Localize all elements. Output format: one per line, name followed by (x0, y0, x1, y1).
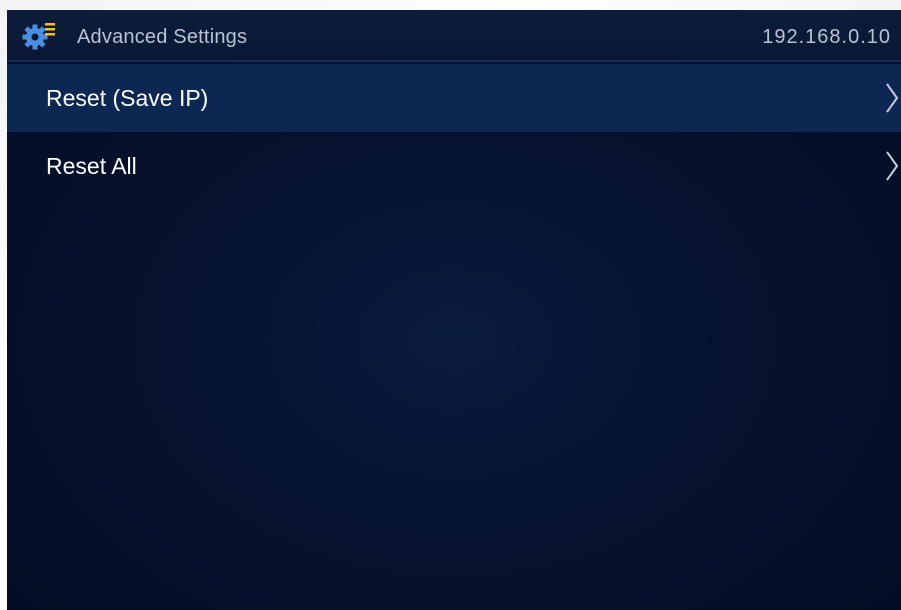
menu-item-label: Reset (Save IP) (46, 85, 209, 111)
page-title: Advanced Settings (77, 26, 248, 48)
chevron-right-icon (885, 82, 899, 114)
menu-item-reset-all[interactable]: Reset All (7, 132, 901, 200)
device-screen: Advanced Settings 192.168.0.10 Reset (Sa… (7, 10, 901, 610)
ip-address-label: 192.168.0.10 (762, 26, 891, 48)
chevron-right-icon (885, 150, 899, 182)
header-bar: Advanced Settings 192.168.0.10 (7, 10, 901, 62)
page-background: Advanced Settings 192.168.0.10 Reset (Sa… (0, 0, 901, 610)
menu-item-reset-save-ip[interactable]: Reset (Save IP) (7, 64, 901, 132)
menu-item-label: Reset All (46, 153, 137, 179)
gear-list-icon (21, 22, 57, 50)
